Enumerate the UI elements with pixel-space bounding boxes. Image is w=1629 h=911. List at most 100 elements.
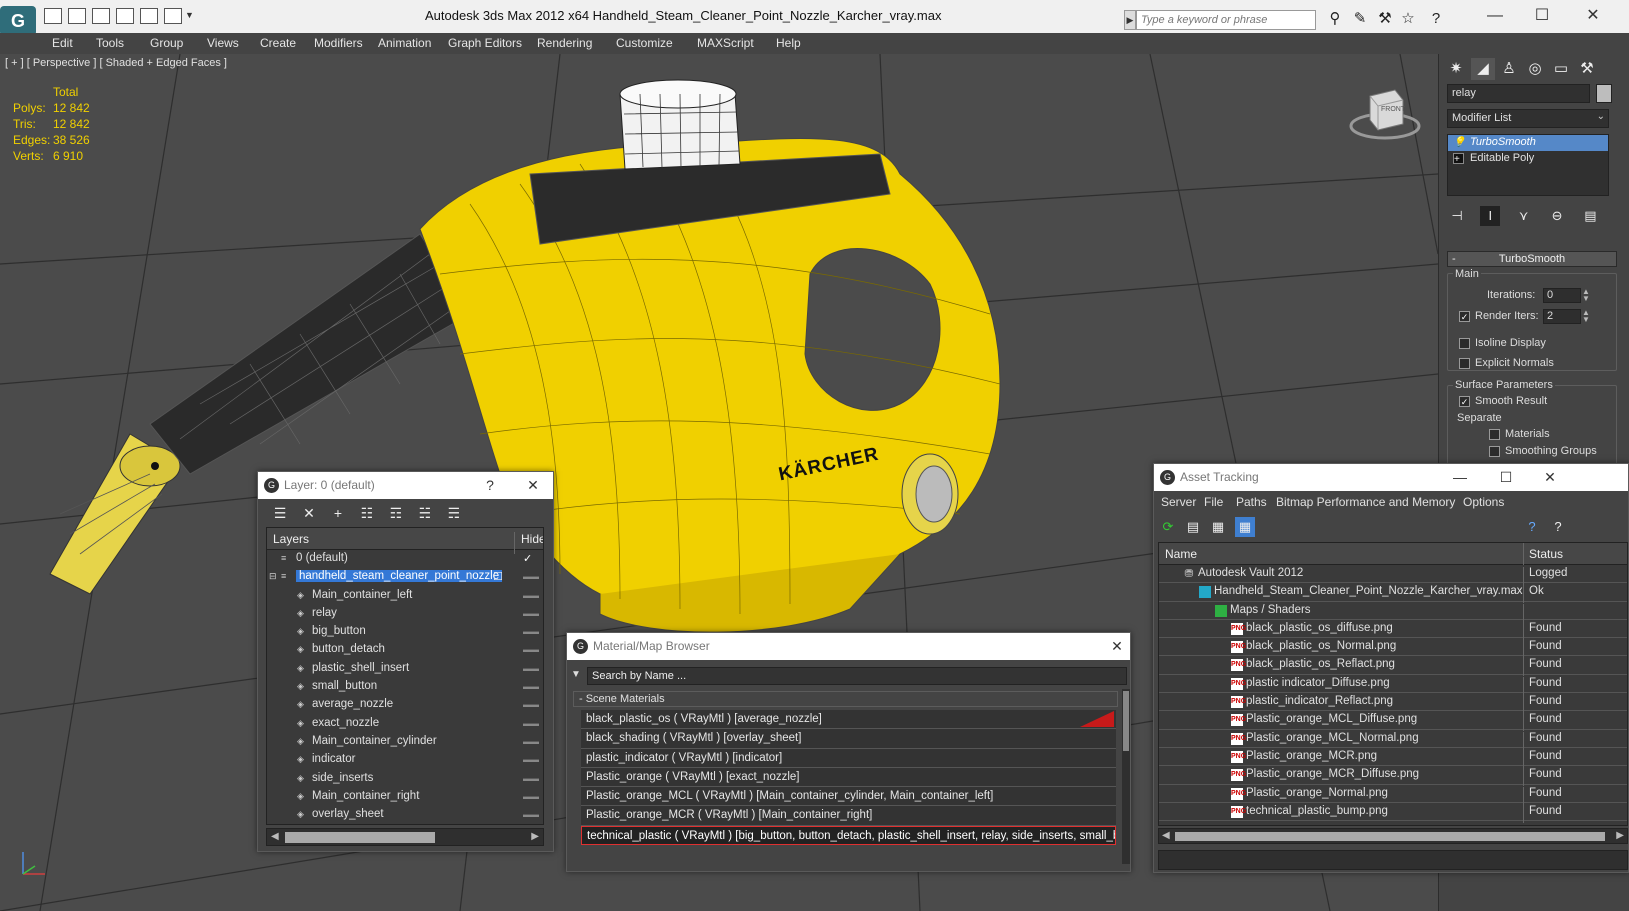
hold-icon[interactable]: [140, 8, 158, 24]
menu-maxscript[interactable]: MAXScript: [697, 36, 754, 50]
col-status[interactable]: Status: [1523, 543, 1563, 565]
col-name[interactable]: Name: [1165, 547, 1197, 561]
help-button[interactable]: ?: [478, 472, 502, 499]
material-browser-titlebar[interactable]: G Material/Map Browser ✕: [567, 633, 1130, 660]
asset-row[interactable]: ⛃ Autodesk Vault 2012 Logged: [1159, 565, 1627, 585]
hide-toggle-icon[interactable]: ▬▬: [523, 572, 539, 581]
list-view-icon[interactable]: ▤: [1183, 517, 1203, 537]
help-icon[interactable]: ?: [1522, 517, 1542, 537]
modify-tab-icon[interactable]: ◢: [1471, 58, 1495, 80]
undo-icon[interactable]: [92, 8, 110, 24]
freeze-all-icon[interactable]: ☴: [444, 503, 464, 523]
object-name-field[interactable]: relay: [1447, 84, 1590, 103]
asset-horizontal-scrollbar[interactable]: ◀ ▶: [1158, 828, 1628, 844]
menu-views[interactable]: Views: [207, 36, 239, 50]
menu-tools[interactable]: Tools: [96, 36, 124, 50]
hide-toggle-icon[interactable]: ▬▬: [523, 682, 539, 691]
create-tab-icon[interactable]: ✷: [1444, 58, 1468, 80]
material-search-input[interactable]: Search by Name ...: [587, 667, 1127, 685]
hide-toggle-icon[interactable]: ☐: [493, 570, 505, 583]
utilities-tab-icon[interactable]: ⚒: [1575, 58, 1599, 80]
help-icon[interactable]: ?: [1426, 9, 1446, 29]
search-expand-icon[interactable]: ▶: [1124, 10, 1136, 30]
menu-edit[interactable]: Edit: [52, 36, 73, 50]
stack-item-turbosmooth[interactable]: 💡 TurboSmooth: [1448, 135, 1608, 151]
hide-all-icon[interactable]: ☵: [415, 503, 435, 523]
context-help-icon[interactable]: ?: [1548, 517, 1568, 537]
open-icon[interactable]: [44, 8, 62, 24]
asset-row[interactable]: PNG technical_plastic_bump.png Found: [1159, 803, 1627, 823]
minimize-button[interactable]: —: [1480, 4, 1510, 28]
hide-toggle-icon[interactable]: ▬▬: [523, 609, 539, 618]
asset-row[interactable]: PNG Plastic_orange_MCL_Normal.png Found: [1159, 730, 1627, 750]
asset-row[interactable]: PNG Plastic_orange_MCL_Diffuse.png Found: [1159, 711, 1627, 732]
viewport-label[interactable]: [ + ] [ Perspective ] [ Shaded + Edged F…: [5, 57, 227, 69]
menu-create[interactable]: Create: [260, 36, 296, 50]
layer-row[interactable]: ◈ side_inserts ▬▬: [267, 770, 543, 788]
asset-row[interactable]: PNG Plastic_orange_MCR_Diffuse.png Found: [1159, 766, 1627, 787]
menu-server[interactable]: Server: [1161, 495, 1196, 509]
collapse-icon[interactable]: ⊟: [269, 571, 280, 582]
layer-row[interactable]: ⊟ ≡ handheld_steam_cleaner_point_nozzle ☐ ▬▬: [267, 568, 543, 586]
communication-icon[interactable]: ⚒: [1375, 9, 1395, 29]
layer-row[interactable]: ◈ exact_nozzle ▬▬: [267, 715, 543, 733]
favorites-icon[interactable]: ☆: [1398, 9, 1418, 29]
asset-tracking-titlebar[interactable]: G Asset Tracking — ☐ ✕: [1154, 464, 1628, 491]
add-to-layer-icon[interactable]: +: [328, 503, 348, 523]
hide-toggle-icon[interactable]: ▬▬: [523, 664, 539, 673]
motion-tab-icon[interactable]: ◎: [1523, 58, 1547, 80]
spinner-arrows-icon[interactable]: ▲ ▼: [1582, 309, 1590, 324]
asset-row[interactable]: Maps / Shaders: [1159, 602, 1627, 622]
redo-icon[interactable]: [116, 8, 134, 24]
layer-row[interactable]: ◈ relay ▬▬: [267, 605, 543, 623]
display-tab-icon[interactable]: ▭: [1549, 58, 1573, 80]
hide-toggle-icon[interactable]: ▬▬: [523, 810, 539, 819]
explicit-normals-checkbox[interactable]: [1459, 358, 1470, 369]
stack-item-editable-poly[interactable]: + Editable Poly: [1448, 151, 1608, 167]
hide-toggle-icon[interactable]: ▬▬: [523, 719, 539, 728]
viewcube[interactable]: FRONT: [1345, 84, 1425, 144]
maximize-button[interactable]: ☐: [1527, 4, 1557, 28]
layer-tree[interactable]: Layers Hide ≡ 0 (default) ✓ ⊟ ≡ handheld_stea…: [266, 527, 544, 825]
remove-modifier-icon[interactable]: ⊖: [1547, 206, 1567, 226]
maximize-button[interactable]: ☐: [1494, 464, 1518, 491]
fetch-icon[interactable]: [164, 8, 182, 24]
hide-toggle-icon[interactable]: ▬▬: [523, 755, 539, 764]
layer-row[interactable]: ≡ 0 (default) ✓: [267, 550, 543, 568]
isoline-checkbox[interactable]: [1459, 338, 1470, 349]
render-iters-spinner[interactable]: 2: [1543, 309, 1581, 324]
table-view-icon[interactable]: ▦: [1235, 517, 1255, 537]
asset-row[interactable]: PNG plastic_indicator_Reflact.png Found: [1159, 693, 1627, 714]
new-layer-icon[interactable]: ☰: [270, 503, 290, 523]
thumbnail-view-icon[interactable]: ▦: [1208, 517, 1228, 537]
viewcube-face-label[interactable]: FRONT: [1381, 106, 1405, 113]
asset-row[interactable]: Handheld_Steam_Cleaner_Point_Nozzle_Karc…: [1159, 583, 1627, 604]
select-highlighted-icon[interactable]: ☷: [357, 503, 377, 523]
asset-table[interactable]: Name Status ⛃ Autodesk Vault 2012 Logged Ha…: [1158, 542, 1628, 826]
binoculars-icon[interactable]: ⚲: [1325, 9, 1345, 29]
layer-row[interactable]: ◈ small_button ▬▬: [267, 678, 543, 696]
modifier-list-dropdown[interactable]: Modifier List ⌄: [1447, 109, 1609, 128]
hide-toggle-icon[interactable]: ✓: [523, 552, 535, 565]
make-unique-icon[interactable]: ⋎: [1514, 206, 1534, 226]
highlight-selected-icon[interactable]: ☶: [386, 503, 406, 523]
menu-bitmap-performance[interactable]: Bitmap Performance and Memory: [1276, 495, 1455, 509]
materials-checkbox[interactable]: [1489, 429, 1500, 440]
layer-row[interactable]: ◈ average_nozzle ▬▬: [267, 696, 543, 714]
close-button[interactable]: ✕: [1105, 633, 1129, 660]
asset-row[interactable]: PNG Plastic_orange_MCR.png Found: [1159, 748, 1627, 768]
material-row[interactable]: black_plastic_os ( VRayMtl ) [average_no…: [581, 710, 1116, 730]
layer-row[interactable]: ◈ Main_container_right ▬▬: [267, 788, 543, 806]
layer-row[interactable]: ◈ Main_container_cylinder ▬▬: [267, 733, 543, 751]
menu-customize[interactable]: Customize: [616, 36, 673, 50]
layer-row[interactable]: ◈ Main_container_left ▬▬: [267, 587, 543, 605]
menu-file[interactable]: File: [1204, 495, 1223, 509]
close-button[interactable]: ✕: [1578, 4, 1608, 28]
expand-icon[interactable]: +: [1453, 153, 1464, 165]
search-input[interactable]: Type a keyword or phrase: [1136, 10, 1316, 30]
iterations-spinner[interactable]: 0: [1543, 288, 1581, 303]
save-icon[interactable]: [68, 8, 86, 24]
menu-options[interactable]: Options: [1463, 495, 1504, 509]
close-button[interactable]: ✕: [1538, 464, 1562, 491]
asset-row[interactable]: PNG Plastic_orange_Normal.png Found: [1159, 785, 1627, 805]
